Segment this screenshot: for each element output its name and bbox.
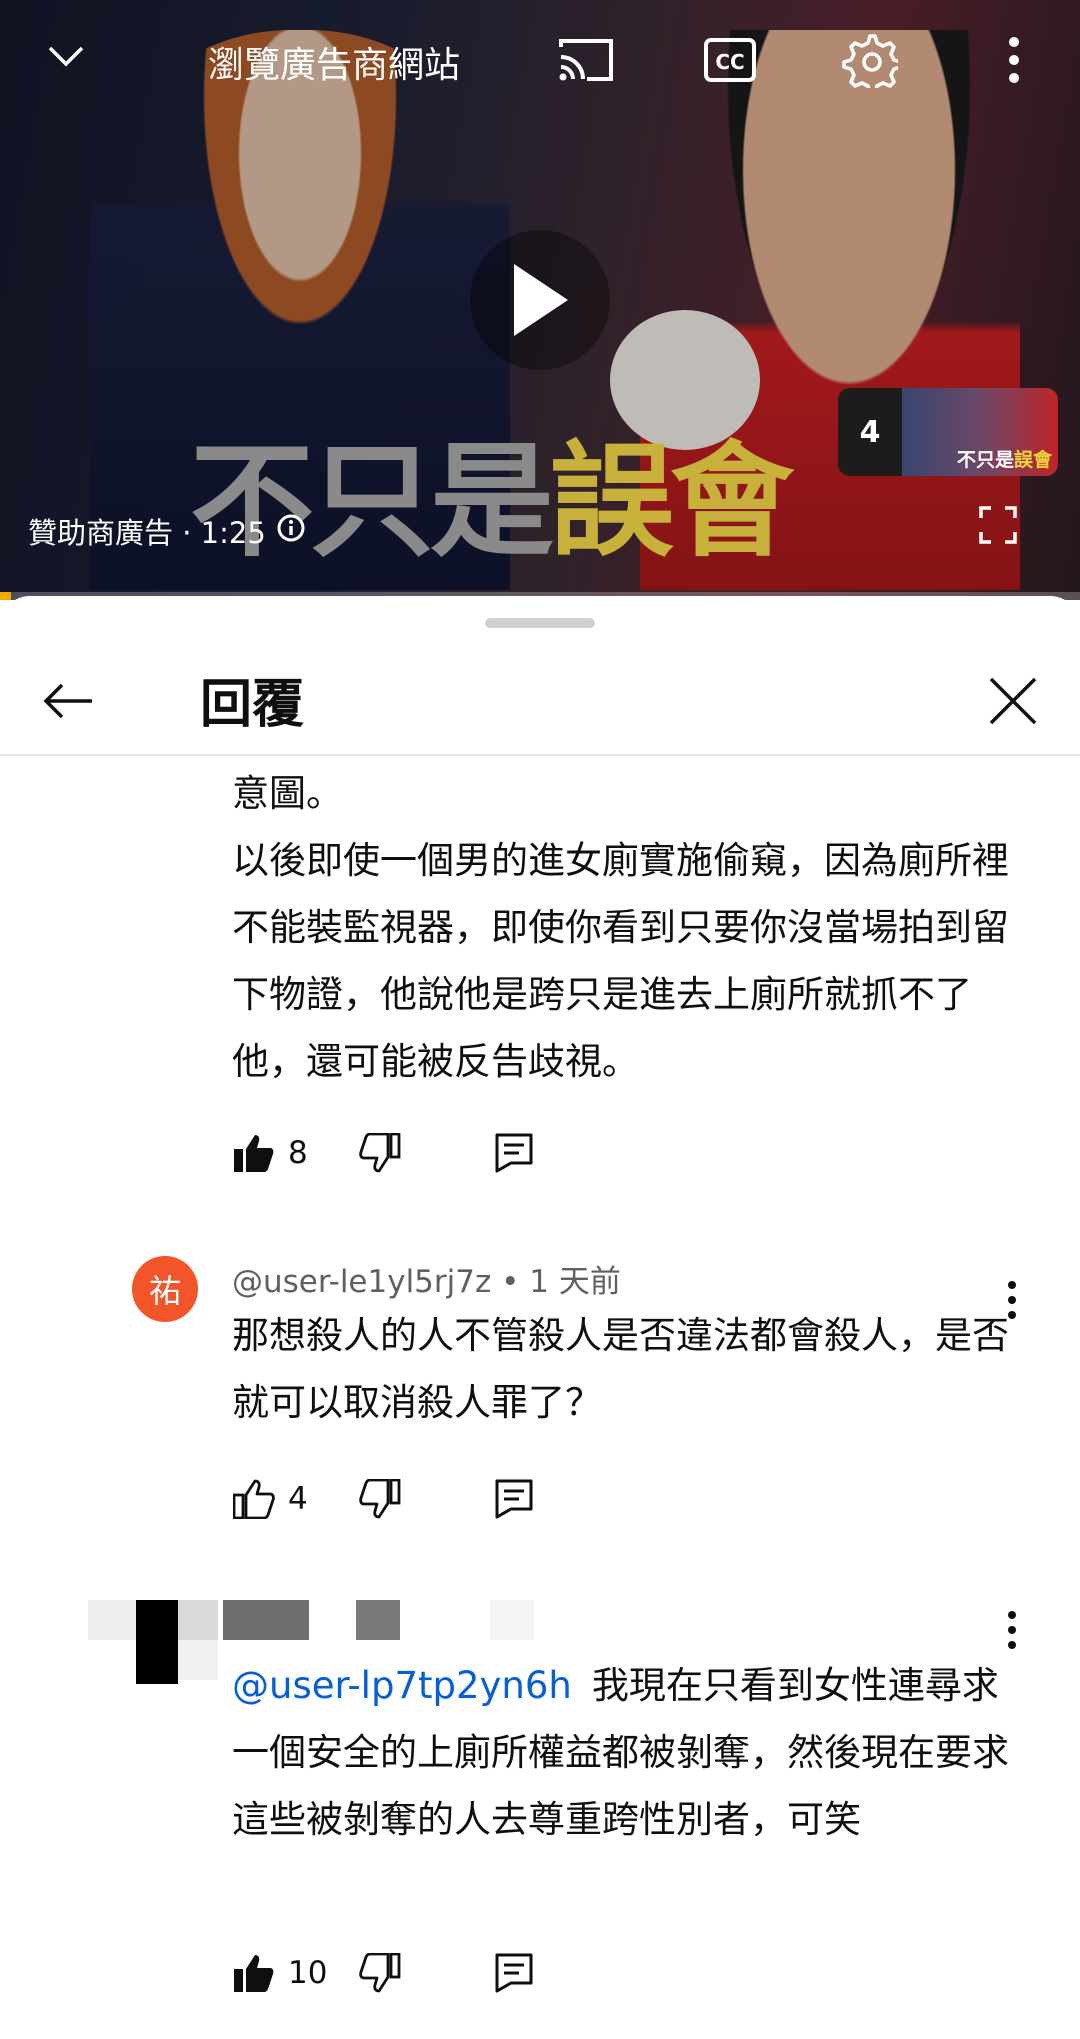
comment-text: @user-lp7tp2yn6h 我現在只看到女性連尋求一個安全的上廁所權益都被剝… — [232, 1664, 1009, 1841]
comment-text: 那想殺人的人不管殺人是否違法都會殺人，是否就可以取消殺人罪了？ — [232, 1314, 1009, 1424]
thumbnail-count: 4 — [859, 414, 881, 450]
replies-sheet: 回覆 意圖。 以後即使一個男的進女廁實施偷窺，因為廁所裡不能裝監視器，即使你看到… — [0, 596, 1080, 2039]
comment-meta: @user-le1yl5rj7z • 1 天前 — [232, 1264, 621, 1300]
avatar[interactable]: 祐 — [132, 1256, 198, 1322]
sponsored-ad-label: 贊助商廣告 · 1:25 — [28, 510, 306, 552]
player-top-bar: 瀏覽廣告商網站 CC — [0, 0, 1080, 120]
dislike-icon[interactable] — [358, 1477, 402, 1521]
sheet-header: 回覆 — [0, 646, 1080, 756]
like-count: 10 — [288, 1955, 328, 1991]
cast-icon[interactable] — [555, 34, 617, 86]
play-icon[interactable] — [470, 230, 610, 370]
sheet-title: 回覆 — [200, 675, 305, 735]
reply-icon[interactable] — [492, 1477, 536, 1521]
back-arrow-icon[interactable] — [36, 672, 100, 730]
comment-author[interactable]: @user-le1yl5rj7z — [232, 1264, 491, 1300]
cc-icon[interactable]: CC — [700, 34, 760, 86]
reply-icon[interactable] — [492, 1131, 536, 1175]
drag-handle[interactable] — [485, 618, 595, 628]
video-player[interactable]: 不只是誤會 瀏覽廣告商網站 CC 4 不只是誤會 贊助商廣告 · 1:25 — [0, 0, 1080, 600]
next-video-thumbnail[interactable]: 4 不只是誤會 — [838, 388, 1058, 476]
comment-actions: 4 — [232, 1474, 536, 1524]
more-vert-icon[interactable] — [994, 30, 1034, 90]
banner-text-b: 誤會 — [550, 429, 794, 574]
close-icon[interactable] — [982, 670, 1044, 732]
comment-actions: 8 — [232, 1128, 536, 1178]
fullscreen-icon[interactable] — [975, 502, 1021, 548]
ad-label-text: 贊助商廣告 · 1:25 — [28, 516, 266, 550]
thumbnail-caption: 不只是誤會 — [956, 449, 1052, 471]
more-vert-icon[interactable] — [992, 1600, 1032, 1660]
comment-actions: 10 — [232, 1948, 536, 1998]
chevron-down-icon[interactable] — [40, 30, 92, 82]
like-filled-icon[interactable] — [232, 1131, 276, 1175]
comment-time: 1 天前 — [529, 1264, 621, 1300]
thumbnail-image: 不只是誤會 — [902, 388, 1058, 476]
visit-advertiser-link[interactable]: 瀏覽廣告商網站 — [208, 36, 460, 88]
svg-text:CC: CC — [715, 50, 744, 74]
comment-text: 意圖。 以後即使一個男的進女廁實施偷窺，因為廁所裡不能裝監視器，即使你看到只要你… — [232, 772, 1009, 1083]
mention-link[interactable]: @user-lp7tp2yn6h — [232, 1664, 572, 1707]
dislike-icon[interactable] — [358, 1951, 402, 1995]
like-count: 4 — [288, 1481, 308, 1517]
gear-icon[interactable] — [840, 30, 900, 90]
info-icon[interactable] — [276, 513, 306, 550]
banner-text-a: 不只是 — [190, 429, 554, 574]
dislike-icon[interactable] — [358, 1131, 402, 1175]
like-icon[interactable] — [232, 1477, 276, 1521]
ad-progress-fill — [0, 592, 11, 600]
like-count: 8 — [288, 1135, 308, 1171]
like-filled-icon[interactable] — [232, 1951, 276, 1995]
reply-icon[interactable] — [492, 1951, 536, 1995]
